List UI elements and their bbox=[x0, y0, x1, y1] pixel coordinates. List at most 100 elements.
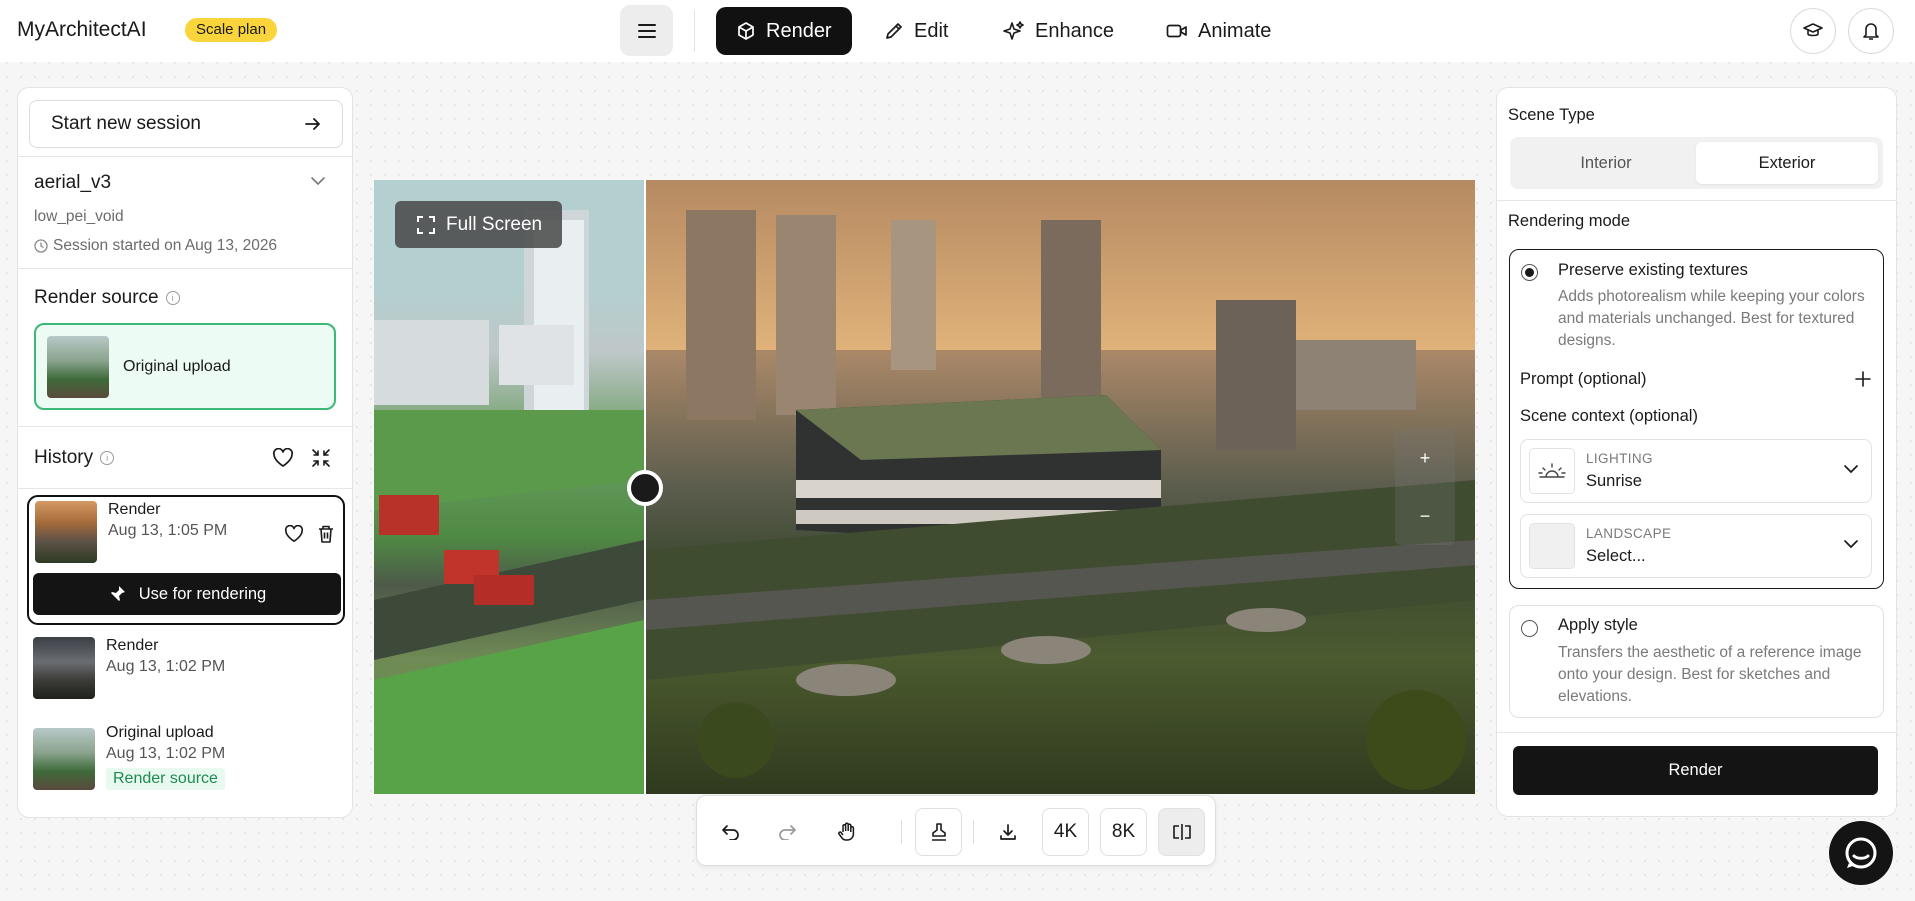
pin-icon bbox=[109, 586, 125, 602]
plus-icon[interactable] bbox=[1855, 371, 1871, 387]
comparison-slider-handle[interactable] bbox=[627, 470, 663, 506]
scene-type-toggle: Interior Exterior bbox=[1510, 137, 1883, 189]
info-icon[interactable]: i bbox=[100, 451, 115, 465]
mode-apply-style[interactable]: Apply style Transfers the aesthetic of a… bbox=[1509, 605, 1884, 718]
divider bbox=[18, 426, 352, 427]
menu-button[interactable] bbox=[620, 5, 673, 56]
chat-bubble-icon bbox=[1845, 837, 1877, 869]
lighting-select[interactable]: LIGHTING Sunrise bbox=[1520, 439, 1872, 503]
render-settings-panel: Scene Type Interior Exterior Rendering m… bbox=[1496, 87, 1897, 817]
scene-type-interior[interactable]: Interior bbox=[1515, 142, 1697, 184]
collapse-icon[interactable] bbox=[311, 448, 331, 468]
top-bar: MyArchitectAI Scale plan Render Edit Enh… bbox=[0, 0, 1915, 62]
tab-render[interactable]: Render bbox=[716, 7, 852, 55]
undo-button[interactable] bbox=[711, 808, 751, 856]
arrow-right-icon bbox=[305, 118, 320, 130]
stamp-icon bbox=[931, 823, 946, 841]
start-new-session-button[interactable]: Start new session bbox=[29, 100, 343, 148]
tab-edit[interactable]: Edit bbox=[864, 7, 968, 55]
chevron-down-icon bbox=[1844, 540, 1858, 549]
redo-button[interactable] bbox=[767, 808, 807, 856]
session-name[interactable]: aerial_v3 bbox=[34, 172, 111, 194]
rendered-image bbox=[646, 180, 1475, 794]
radio-unselected[interactable] bbox=[1521, 620, 1538, 637]
history-title: History bbox=[34, 447, 94, 468]
history-date: Aug 13, 1:05 PM bbox=[108, 522, 228, 539]
tutorials-button[interactable] bbox=[1790, 8, 1836, 54]
mode-preserve-textures[interactable]: Preserve existing textures Adds photorea… bbox=[1509, 249, 1884, 589]
image-comparison-canvas[interactable]: Full Screen + − bbox=[374, 180, 1475, 794]
graduation-cap-icon bbox=[1803, 23, 1823, 37]
mode-description: Adds photorealism while keeping your col… bbox=[1558, 288, 1865, 349]
pan-button[interactable] bbox=[827, 808, 867, 856]
render-button[interactable]: Render bbox=[1513, 746, 1878, 795]
tab-label: Edit bbox=[914, 19, 949, 42]
history-title: Render bbox=[108, 501, 161, 518]
app-logo[interactable]: MyArchitectAI bbox=[17, 18, 147, 42]
notifications-button[interactable] bbox=[1848, 8, 1894, 54]
hand-icon bbox=[838, 822, 855, 841]
heart-icon[interactable] bbox=[284, 525, 304, 543]
landscape-value: Select... bbox=[1586, 547, 1646, 565]
use-for-rendering-button[interactable]: Use for rendering bbox=[33, 573, 341, 615]
radio-selected[interactable] bbox=[1521, 264, 1538, 281]
history-item-selected[interactable]: Render Aug 13, 1:05 PM Use for rendering bbox=[27, 495, 345, 625]
chevron-down-icon[interactable] bbox=[310, 176, 326, 186]
start-new-session-label: Start new session bbox=[51, 113, 201, 134]
export-4k-button[interactable]: 4K bbox=[1042, 808, 1089, 856]
support-chat-button[interactable] bbox=[1829, 821, 1893, 885]
header-divider bbox=[694, 10, 695, 52]
render-source-card[interactable]: Original upload bbox=[34, 323, 336, 410]
bell-icon bbox=[1863, 23, 1879, 40]
rendered-scene-illustration bbox=[646, 180, 1475, 790]
history-date: Aug 13, 1:02 PM bbox=[106, 745, 226, 762]
divider bbox=[18, 488, 352, 489]
landscape-select[interactable]: LANDSCAPE Select... bbox=[1520, 514, 1872, 578]
rendering-mode-label: Rendering mode bbox=[1508, 212, 1630, 230]
original-image bbox=[374, 180, 644, 794]
session-started: Session started on Aug 13, 2026 bbox=[34, 237, 277, 255]
zoom-in-button[interactable]: + bbox=[1395, 429, 1455, 487]
video-icon bbox=[1166, 24, 1187, 38]
mode-title: Apply style bbox=[1558, 616, 1638, 634]
image-toolbar: 4K 8K bbox=[696, 795, 1216, 866]
history-heading: History i bbox=[34, 447, 115, 469]
chevron-down-icon bbox=[1844, 465, 1858, 474]
use-for-rendering-label: Use for rendering bbox=[138, 584, 267, 603]
scene-type-exterior[interactable]: Exterior bbox=[1696, 142, 1878, 184]
scene-type-label: Scene Type bbox=[1508, 106, 1595, 124]
hamburger-icon bbox=[637, 23, 656, 38]
render-source-thumbnail bbox=[47, 335, 109, 398]
session-started-text: Session started on Aug 13, 2026 bbox=[53, 237, 278, 254]
tab-animate[interactable]: Animate bbox=[1146, 7, 1291, 55]
history-thumbnail bbox=[33, 637, 95, 699]
sparkle-icon bbox=[1003, 21, 1024, 40]
lighting-caption: LIGHTING bbox=[1586, 451, 1653, 466]
export-8k-button[interactable]: 8K bbox=[1100, 808, 1147, 856]
scene-context-label: Scene context (optional) bbox=[1520, 407, 1698, 425]
landscape-thumbnail bbox=[1529, 523, 1575, 569]
session-subtitle: low_pei_void bbox=[34, 208, 124, 225]
heart-icon[interactable] bbox=[272, 448, 294, 468]
compare-button[interactable] bbox=[1158, 808, 1205, 856]
cube-icon bbox=[738, 22, 754, 40]
download-button[interactable] bbox=[984, 808, 1031, 856]
history-row: Render Aug 13, 1:02 PM bbox=[33, 637, 225, 699]
compare-icon bbox=[1172, 824, 1191, 840]
stamp-button[interactable] bbox=[915, 808, 962, 856]
trash-icon[interactable] bbox=[317, 524, 335, 544]
history-title: Original upload bbox=[106, 724, 214, 741]
history-thumbnail bbox=[33, 728, 95, 790]
tab-enhance[interactable]: Enhance bbox=[983, 7, 1134, 55]
divider bbox=[18, 268, 352, 269]
tab-label: Enhance bbox=[1035, 19, 1114, 42]
mode-title: Preserve existing textures bbox=[1558, 261, 1748, 279]
info-icon[interactable]: i bbox=[165, 291, 180, 305]
zoom-out-button[interactable]: − bbox=[1395, 487, 1455, 545]
lighting-thumbnail bbox=[1529, 448, 1575, 494]
plan-badge: Scale plan bbox=[185, 18, 278, 42]
full-screen-button[interactable]: Full Screen bbox=[395, 201, 563, 248]
history-thumbnail bbox=[35, 501, 97, 563]
prompt-label: Prompt (optional) bbox=[1520, 370, 1647, 388]
download-icon bbox=[999, 824, 1016, 840]
